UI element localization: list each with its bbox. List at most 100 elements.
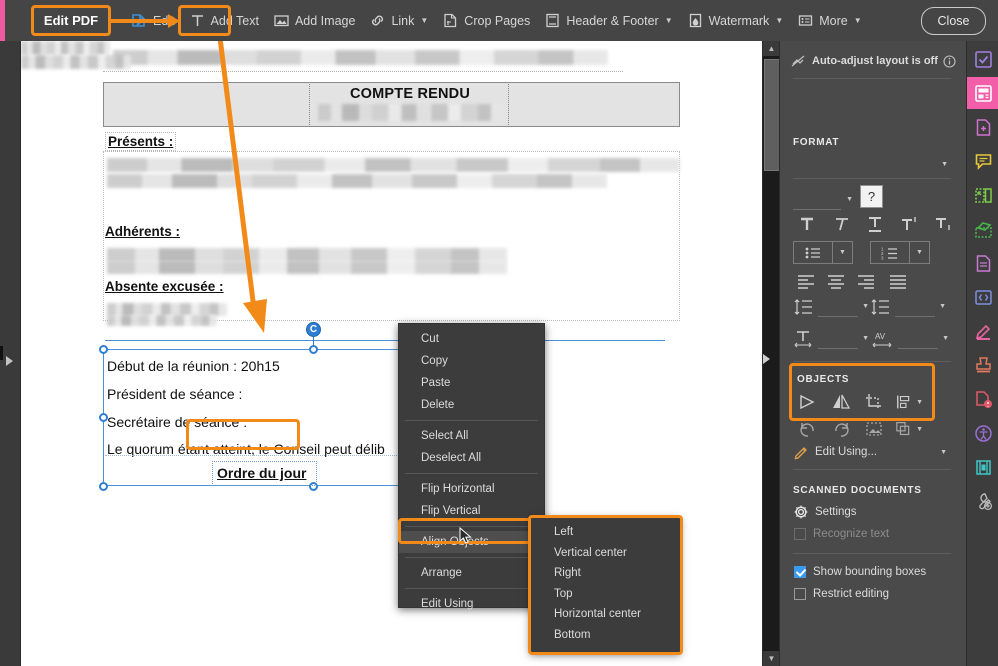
rail-item-form-checkbox[interactable] bbox=[967, 43, 998, 75]
submenu-item-horizontal-center[interactable]: Horizontal center bbox=[530, 604, 680, 625]
rail-item-media[interactable] bbox=[967, 451, 998, 483]
resize-handle-top-center[interactable] bbox=[309, 345, 318, 354]
toolbar-button-add-text[interactable]: Add Text bbox=[182, 8, 266, 34]
resize-handle-top-left[interactable] bbox=[99, 345, 108, 354]
align-right-button[interactable] bbox=[854, 271, 878, 291]
resize-handle-bottom-left[interactable] bbox=[99, 482, 108, 491]
align-justify-button[interactable] bbox=[886, 271, 910, 291]
italic-button[interactable] bbox=[828, 213, 853, 235]
info-icon[interactable] bbox=[943, 54, 956, 68]
toolbar-button-link[interactable]: Link ▼ bbox=[362, 8, 435, 34]
rail-item-add-page[interactable] bbox=[967, 111, 998, 143]
settings-row[interactable]: Settings bbox=[793, 504, 857, 520]
section-heading-adherents[interactable]: Adhérents : bbox=[105, 224, 180, 239]
section-heading-presents[interactable]: Présents : bbox=[105, 132, 177, 151]
edit-using-row[interactable]: Edit Using... ▼ bbox=[793, 444, 953, 460]
doc-line-president[interactable]: Président de séance : bbox=[107, 386, 242, 402]
rail-item-code[interactable] bbox=[967, 281, 998, 313]
character-spacing-icon: AV bbox=[870, 329, 896, 349]
character-spacing-select[interactable]: ▼ bbox=[898, 331, 949, 349]
line-spacing-select[interactable]: ▼ bbox=[818, 299, 869, 317]
doc-line-secretaire[interactable]: Secrétaire de séance : bbox=[107, 414, 247, 430]
restrict-editing-checkbox[interactable] bbox=[794, 588, 806, 600]
rotate-right-button[interactable] bbox=[829, 418, 853, 440]
submenu-item-bottom[interactable]: Bottom bbox=[530, 625, 680, 646]
context-menu-item-select-all[interactable]: Select All bbox=[399, 425, 544, 447]
recognize-text-row: Recognize text bbox=[794, 528, 889, 540]
context-menu-item-delete[interactable]: Delete bbox=[399, 394, 544, 416]
rail-item-highlighter[interactable] bbox=[967, 315, 998, 347]
auto-adjust-off-icon bbox=[790, 53, 806, 69]
align-center-button[interactable] bbox=[824, 271, 848, 291]
font-family-select[interactable]: ▼ bbox=[793, 154, 951, 172]
panel-divider-1 bbox=[793, 78, 951, 79]
submenu-item-vertical-center[interactable]: Vertical center bbox=[530, 543, 680, 564]
bullet-list-button[interactable] bbox=[793, 241, 833, 264]
rail-item-page-layout[interactable] bbox=[967, 77, 998, 109]
align-objects-button[interactable]: ▼ bbox=[895, 391, 923, 413]
underline-button[interactable] bbox=[862, 213, 887, 235]
context-menu-item-copy[interactable]: Copy bbox=[399, 350, 544, 372]
rail-item-comment[interactable] bbox=[967, 145, 998, 177]
scroll-down-button[interactable]: ▼ bbox=[763, 651, 780, 666]
superscript-button[interactable] bbox=[896, 213, 921, 235]
toolbar-button-watermark[interactable]: Watermark ▼ bbox=[680, 8, 791, 34]
auto-adjust-row[interactable]: Auto-adjust layout is off bbox=[790, 53, 960, 69]
edit-pdf-application: Edit Add Text Add Image Link ▼ Crop Page… bbox=[0, 0, 998, 666]
redacted-absente-line-2 bbox=[107, 315, 217, 326]
rotate-handle[interactable]: C bbox=[306, 322, 321, 337]
show-bounding-boxes-row[interactable]: Show bounding boxes bbox=[794, 566, 926, 578]
context-menu-item-arrange[interactable]: Arrange bbox=[399, 562, 544, 584]
toolbar-button-header-footer[interactable]: Header & Footer ▼ bbox=[537, 8, 679, 34]
submenu-item-left[interactable]: Left bbox=[530, 522, 680, 543]
submenu-item-right[interactable]: Right bbox=[530, 563, 680, 584]
doc-line-start-time[interactable]: Début de la réunion : 20h15 bbox=[107, 358, 280, 374]
horizontal-scale-select[interactable]: ▼ bbox=[818, 331, 869, 349]
show-bounding-boxes-checkbox[interactable] bbox=[794, 566, 806, 578]
rail-item-document[interactable] bbox=[967, 247, 998, 279]
rail-item-stamp[interactable] bbox=[967, 349, 998, 381]
subscript-button[interactable] bbox=[930, 213, 955, 235]
crop-button[interactable] bbox=[862, 391, 886, 413]
font-size-select[interactable]: ▼ bbox=[793, 191, 853, 210]
toolbar-button-more[interactable]: More ▼ bbox=[790, 8, 868, 34]
restrict-editing-row[interactable]: Restrict editing bbox=[794, 588, 889, 600]
submenu-item-top[interactable]: Top bbox=[530, 584, 680, 605]
title-table[interactable]: COMPTE RENDU bbox=[103, 82, 680, 127]
numbered-list-dropdown[interactable]: ▼ bbox=[910, 241, 930, 264]
context-menu-item-cut[interactable]: Cut bbox=[399, 328, 544, 350]
replace-image-button[interactable] bbox=[862, 418, 886, 440]
align-left-button[interactable] bbox=[794, 271, 818, 291]
context-menu-item-flip-horizontal[interactable]: Flip Horizontal bbox=[399, 478, 544, 500]
section-heading-absente[interactable]: Absente excusée : bbox=[105, 279, 224, 294]
close-button[interactable]: Close bbox=[921, 7, 986, 35]
title-text-box[interactable]: COMPTE RENDU bbox=[309, 82, 509, 127]
rail-item-accessibility[interactable] bbox=[967, 417, 998, 449]
rail-item-extract-page[interactable] bbox=[967, 213, 998, 245]
align-objects-submenu[interactable]: Left Vertical center Right Top Horizonta… bbox=[530, 517, 680, 653]
toolbar-button-crop-pages[interactable]: Crop Pages bbox=[435, 8, 537, 34]
context-menu-item-edit-using[interactable]: Edit Using bbox=[399, 593, 544, 615]
bullet-list-dropdown[interactable]: ▼ bbox=[833, 241, 853, 264]
flip-vertical-button[interactable] bbox=[829, 391, 853, 413]
scroll-up-button[interactable]: ▲ bbox=[763, 41, 780, 56]
context-menu-item-deselect-all[interactable]: Deselect All bbox=[399, 447, 544, 469]
context-menu-item-flip-vertical[interactable]: Flip Vertical bbox=[399, 500, 544, 522]
arrange-button[interactable]: ▼ bbox=[895, 418, 923, 440]
help-color-button[interactable]: ? bbox=[860, 185, 883, 208]
rail-item-organize-pages[interactable] bbox=[967, 179, 998, 211]
collapse-panel-button[interactable] bbox=[763, 354, 770, 364]
flip-horizontal-button[interactable] bbox=[796, 391, 820, 413]
context-menu[interactable]: Cut Copy Paste Delete Select All Deselec… bbox=[398, 323, 545, 610]
numbered-list-button[interactable]: 123 bbox=[870, 241, 910, 264]
redacted-adherents-line-2 bbox=[107, 261, 507, 274]
toolbar-button-add-image[interactable]: Add Image bbox=[266, 8, 362, 34]
rail-item-tools[interactable] bbox=[967, 485, 998, 517]
expand-navigation-panel-button[interactable] bbox=[6, 356, 13, 366]
context-menu-item-align-objects[interactable]: Align Objects bbox=[399, 531, 544, 553]
context-menu-item-paste[interactable]: Paste bbox=[399, 372, 544, 394]
rail-item-protect-pdf[interactable] bbox=[967, 383, 998, 415]
paragraph-spacing-select[interactable]: ▼ bbox=[895, 299, 946, 317]
rotate-left-button[interactable] bbox=[796, 418, 820, 440]
bold-button[interactable] bbox=[794, 213, 819, 235]
